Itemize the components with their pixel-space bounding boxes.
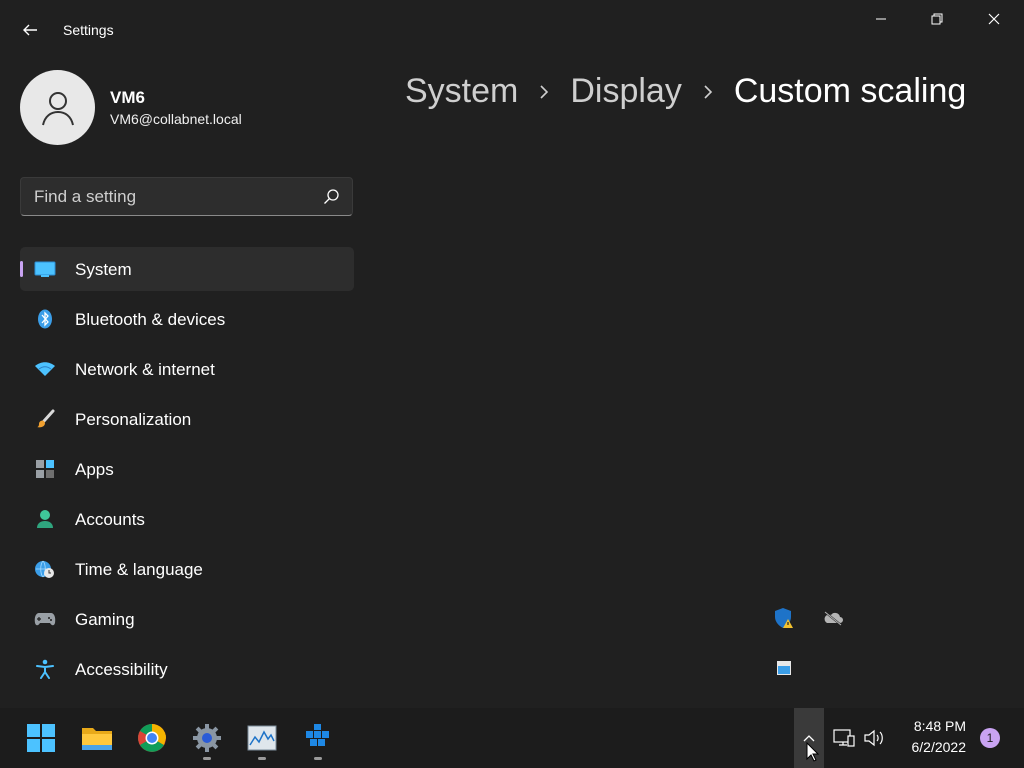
close-icon [988, 13, 1000, 25]
search-icon[interactable] [322, 188, 340, 206]
taskbar-docker[interactable] [296, 712, 340, 764]
clock-time[interactable]: 8:48 PM [900, 718, 966, 734]
breadcrumb-system[interactable]: System [405, 72, 518, 111]
docker-icon [306, 724, 329, 746]
sidebar-item-label: Gaming [75, 610, 135, 629]
chrome-icon [138, 724, 166, 752]
settings-icon [193, 724, 221, 752]
back-button[interactable] [14, 14, 46, 46]
start-icon [27, 724, 55, 752]
user-name: VM6 [110, 88, 145, 107]
volume-icon[interactable] [863, 727, 885, 749]
sidebar-item-time-language[interactable]: Time & language [20, 547, 354, 591]
bluetooth-icon [34, 309, 56, 329]
gamepad-icon [34, 609, 56, 629]
back-arrow-icon [23, 24, 37, 36]
security-warning-icon[interactable] [773, 607, 795, 629]
sidebar-item-label: Accessibility [75, 660, 168, 679]
taskbar-settings[interactable] [185, 712, 229, 764]
accounts-icon [34, 509, 56, 529]
running-indicator [203, 757, 211, 760]
sidebar-item-accessibility[interactable]: Accessibility [20, 647, 354, 691]
restore-icon [931, 13, 943, 25]
sidebar-item-label: Network & internet [75, 360, 215, 379]
minimize-button[interactable] [853, 0, 909, 38]
system-icon [34, 259, 56, 279]
sidebar-item-system[interactable]: System [20, 247, 354, 291]
breadcrumb-display[interactable]: Display [570, 72, 681, 111]
taskbar-chrome[interactable] [130, 712, 174, 764]
breadcrumb: System Display Custom scaling [405, 72, 966, 111]
search-input[interactable] [21, 178, 311, 215]
wifi-icon [34, 359, 56, 379]
search-box[interactable] [20, 177, 353, 216]
sidebar-item-accounts[interactable]: Accounts [20, 497, 354, 541]
sidebar-item-label: Time & language [75, 560, 203, 579]
brush-icon [34, 409, 56, 429]
file-explorer-icon [82, 728, 112, 750]
user-email: VM6@collabnet.local [110, 111, 242, 127]
sidebar-item-label: Bluetooth & devices [75, 310, 226, 329]
chevron-right-icon [518, 84, 570, 100]
selection-indicator [20, 261, 23, 277]
drive-icon[interactable] [773, 657, 795, 679]
avatar[interactable] [20, 70, 95, 145]
sidebar-item-label: Apps [75, 460, 114, 479]
sidebar-item-label: Accounts [75, 510, 145, 529]
globe-clock-icon [34, 559, 56, 579]
sidebar-item-apps[interactable]: Apps [20, 447, 354, 491]
start-button[interactable] [19, 712, 63, 764]
app-title: Settings [63, 22, 114, 38]
sidebar-item-network[interactable]: Network & internet [20, 347, 354, 391]
resource-monitor-icon [247, 725, 277, 751]
apps-icon [34, 459, 56, 479]
running-indicator [258, 757, 266, 760]
minimize-icon [876, 18, 886, 20]
sidebar-item-label: System [75, 260, 132, 279]
sidebar-item-bluetooth[interactable]: Bluetooth & devices [20, 297, 354, 341]
chevron-right-icon [682, 84, 734, 100]
accessibility-icon [34, 659, 56, 679]
sidebar-item-gaming[interactable]: Gaming [20, 597, 354, 641]
taskbar-resource-monitor[interactable] [240, 712, 284, 764]
sidebar-item-personalization[interactable]: Personalization [20, 397, 354, 441]
running-indicator [314, 757, 322, 760]
user-icon [41, 91, 74, 125]
network-wired-icon[interactable] [833, 727, 855, 749]
close-button[interactable] [966, 0, 1022, 38]
clock-date[interactable]: 6/2/2022 [900, 739, 967, 755]
mouse-cursor-icon [806, 742, 820, 762]
notification-badge[interactable]: 1 [980, 728, 1000, 748]
page-title: Custom scaling [733, 72, 967, 110]
taskbar-file-explorer[interactable] [75, 712, 119, 764]
restore-button[interactable] [909, 0, 965, 38]
sidebar-item-label: Personalization [75, 410, 192, 429]
onedrive-offline-icon[interactable] [822, 607, 844, 629]
